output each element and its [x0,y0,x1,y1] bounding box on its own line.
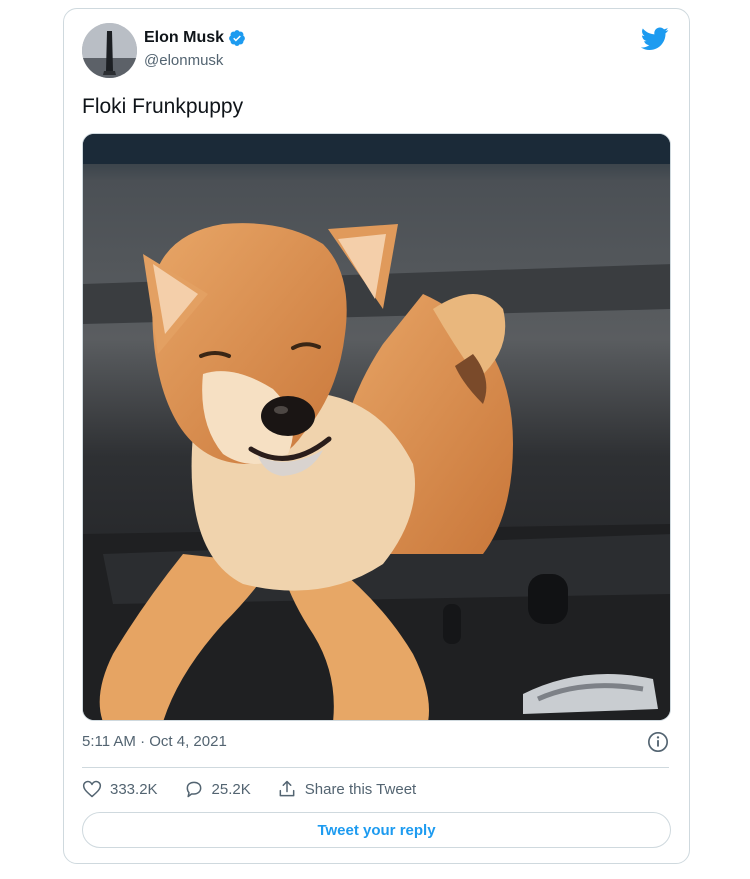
tweet-card: Elon Musk @elonmusk Floki Frunkpuppy 5:1… [63,8,690,864]
tweet-text: Floki Frunkpuppy [82,95,244,118]
reply-button[interactable]: 25.2K [184,779,251,799]
tweet-your-reply-button[interactable]: Tweet your reply [82,812,671,848]
like-count: 333.2K [110,780,158,798]
like-button[interactable]: 333.2K [82,779,158,799]
share-button[interactable]: Share this Tweet [277,779,416,799]
twitter-bird-icon[interactable] [641,27,669,51]
tweet-timestamp[interactable]: 5:11 AM · Oct 4, 2021 [82,733,227,750]
share-icon [279,780,295,797]
share-label: Share this Tweet [304,780,417,798]
heart-icon [82,780,102,798]
avatar[interactable] [82,23,137,78]
divider [82,767,669,768]
verified-badge-icon [229,30,245,46]
info-icon[interactable] [647,731,669,753]
reply-count: 25.2K [211,780,251,798]
speech-bubble-icon [186,781,201,798]
tweet-photo[interactable] [82,133,671,721]
author-handle[interactable]: @elonmusk [144,52,223,69]
author-name[interactable]: Elon Musk [144,29,224,47]
